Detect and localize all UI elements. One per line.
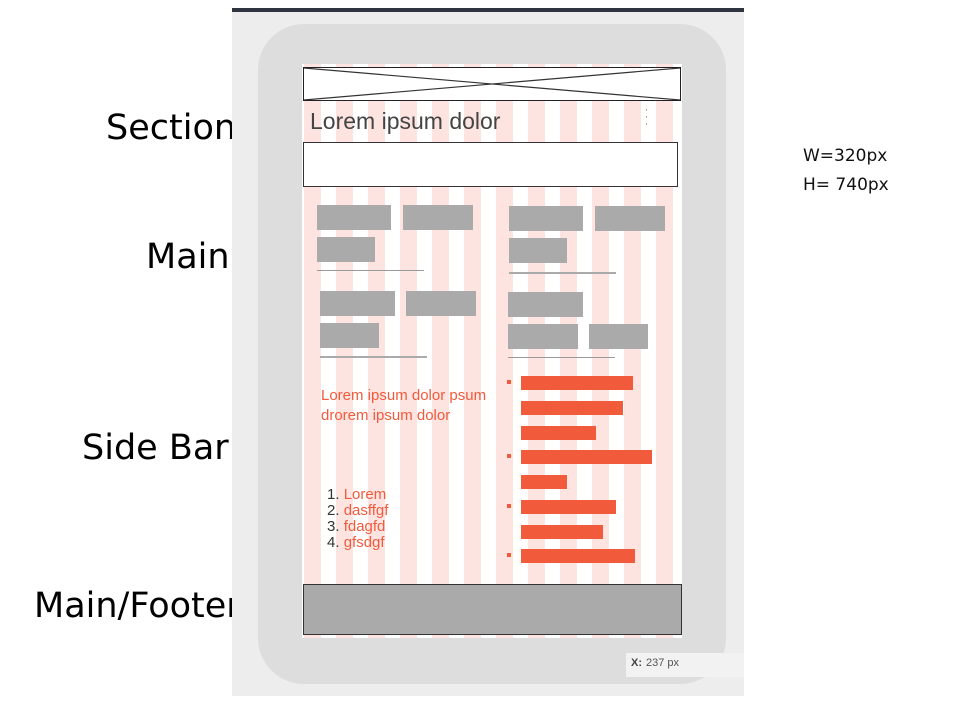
list-number: 1. <box>327 486 340 503</box>
readout-value: 237 px <box>646 657 680 669</box>
placeholder-button[interactable] <box>508 292 583 317</box>
bullet-icon <box>507 553 511 557</box>
list-item-text[interactable]: fdagfd <box>344 518 386 535</box>
placeholder-button[interactable] <box>317 205 391 230</box>
sidebar-paragraph: Lorem ipsum dolor psum drorem ipsum dolo… <box>321 387 487 424</box>
placeholder-button[interactable] <box>509 238 567 263</box>
bullet-text-placeholder <box>521 475 567 489</box>
placeholder-button[interactable] <box>406 291 476 316</box>
page-title: Lorem ipsum dolor <box>310 108 501 134</box>
header-image-placeholder <box>303 67 681 101</box>
divider <box>317 270 424 271</box>
placeholder-button[interactable] <box>317 237 375 262</box>
placeholder-button[interactable] <box>509 206 583 231</box>
placeholder-button[interactable] <box>508 324 578 349</box>
placeholder-button[interactable] <box>595 206 665 231</box>
list-item-text[interactable]: gfsdgf <box>344 534 385 551</box>
bullet-icon <box>507 454 511 458</box>
placeholder-button[interactable] <box>320 323 379 348</box>
bullet-text-placeholder <box>521 500 616 514</box>
list-item: 3. fdagfd <box>327 519 388 535</box>
placeholder-button[interactable] <box>320 291 395 316</box>
list-number: 4. <box>327 534 340 551</box>
section-label: Section <box>106 108 237 148</box>
width-dimension: W=320px <box>803 146 888 166</box>
bullet-icon <box>507 380 511 384</box>
ordered-list: 1. Lorem 2. dasffgf 3. fdagfd 4. gfsdgf <box>327 487 388 551</box>
coordinate-readout: X: 237 px <box>626 653 744 677</box>
vertical-dots-icon[interactable]: · · · <box>645 107 648 130</box>
bullet-text-placeholder <box>521 450 652 464</box>
list-number: 3. <box>327 518 340 535</box>
divider <box>509 272 616 274</box>
divider <box>320 356 427 358</box>
bullet-text-placeholder <box>521 376 633 390</box>
list-item-text[interactable]: dasffgf <box>344 502 389 519</box>
bullet-text-placeholder <box>521 525 603 539</box>
placeholder-button[interactable] <box>589 324 648 349</box>
height-dimension: H= 740px <box>803 175 889 195</box>
viewport-top-bar <box>232 8 744 12</box>
list-item: 2. dasffgf <box>327 503 388 519</box>
footer-label: Main/Footer <box>34 586 241 626</box>
bullet-text-placeholder <box>521 401 623 415</box>
search-input[interactable] <box>303 142 678 187</box>
wireframe-canvas: Lorem ipsum dolor · · · Lorem ipsum dolor … <box>302 64 682 638</box>
readout-label: X: <box>631 657 642 669</box>
footer-block <box>303 584 682 635</box>
image-placeholder-icon <box>304 68 680 100</box>
bullet-icon <box>507 504 511 508</box>
sidebar-label: Side Bar <box>82 428 229 468</box>
bullet-text-placeholder <box>521 426 596 440</box>
bullet-text-placeholder <box>521 549 635 563</box>
list-item: 1. Lorem <box>327 487 388 503</box>
list-item: 4. gfsdgf <box>327 535 388 551</box>
main-label: Main <box>146 237 230 277</box>
list-number: 2. <box>327 502 340 519</box>
divider <box>508 357 615 358</box>
placeholder-button[interactable] <box>403 205 473 230</box>
list-item-text[interactable]: Lorem <box>344 486 387 503</box>
